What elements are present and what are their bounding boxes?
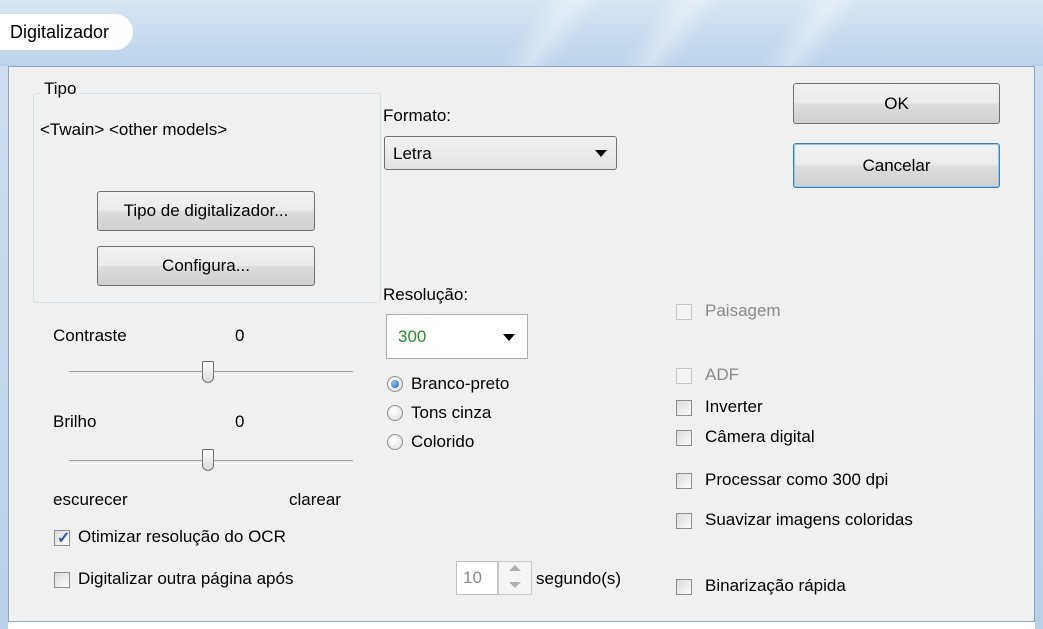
radio-grayscale-label: Tons cinza — [411, 403, 492, 422]
brightness-slider-thumb[interactable] — [202, 449, 214, 471]
configure-button[interactable]: Configura... — [97, 246, 315, 286]
format-value: Letra — [393, 144, 432, 163]
spin-up-icon[interactable] — [509, 565, 521, 571]
landscape-checkbox[interactable] — [676, 304, 692, 320]
resolution-value: 300 — [398, 327, 427, 346]
radio-color-label: Colorido — [411, 432, 475, 451]
optimize-ocr-checkbox[interactable]: ✓ — [54, 530, 71, 547]
title-bar-glare — [496, 0, 604, 66]
resolution-label: Resolução: — [383, 285, 469, 304]
brightness-max-label: clarear — [289, 490, 341, 509]
title-bar-glare — [756, 0, 864, 66]
delay-spinner-buttons[interactable] — [498, 561, 532, 595]
optimize-ocr-label: Otimizar resolução do OCR — [78, 527, 286, 546]
chevron-down-icon — [595, 150, 607, 157]
process-300dpi-checkbox[interactable] — [676, 473, 692, 489]
invert-label: Inverter — [705, 397, 763, 416]
digital-camera-label: Câmera digital — [705, 427, 815, 446]
resolution-dropdown[interactable]: 300 — [386, 314, 528, 359]
digital-camera-checkbox[interactable] — [676, 430, 692, 446]
radio-black-white[interactable] — [387, 376, 403, 392]
window-title: Digitalizador — [0, 14, 134, 50]
radio-grayscale[interactable] — [387, 405, 403, 421]
smooth-color-checkbox[interactable] — [676, 513, 692, 529]
invert-checkbox[interactable] — [676, 400, 692, 416]
contrast-value: 0 — [235, 326, 245, 345]
ok-button[interactable]: OK — [793, 83, 1000, 124]
radio-selected-dot — [391, 380, 399, 388]
radio-color[interactable] — [387, 434, 403, 450]
brightness-label: Brilho — [53, 412, 97, 431]
contrast-slider-thumb[interactable] — [202, 361, 214, 383]
scanner-name-label: <Twain> <other models> — [40, 120, 228, 139]
type-group-legend: Tipo — [40, 79, 81, 99]
landscape-label: Paisagem — [705, 301, 781, 320]
format-label: Formato: — [383, 106, 452, 125]
checkmark-icon: ✓ — [57, 530, 71, 547]
delay-unit-label: segundo(s) — [536, 569, 622, 588]
adf-checkbox[interactable] — [676, 368, 692, 384]
contrast-label: Contraste — [53, 326, 127, 345]
radio-black-white-label: Branco-preto — [411, 374, 510, 393]
spin-down-icon[interactable] — [509, 582, 521, 588]
scan-another-label: Digitalizar outra página após — [78, 569, 294, 588]
scan-another-checkbox[interactable] — [54, 572, 70, 588]
fast-binarize-checkbox[interactable] — [676, 579, 692, 595]
smooth-color-label: Suavizar imagens coloridas — [705, 510, 913, 529]
chevron-down-icon — [503, 334, 515, 341]
delay-seconds-input[interactable]: 10 — [456, 561, 498, 595]
format-dropdown[interactable]: Letra — [384, 136, 617, 170]
brightness-value: 0 — [235, 412, 245, 431]
fast-binarize-label: Binarização rápida — [705, 576, 846, 595]
brightness-min-label: escurecer — [53, 490, 128, 509]
window-right-border — [1035, 66, 1043, 629]
title-bar[interactable] — [0, 0, 1043, 66]
scanner-type-button[interactable]: Tipo de digitalizador... — [97, 191, 315, 231]
title-bar-glare — [616, 0, 724, 66]
process-300dpi-label: Processar como 300 dpi — [705, 470, 889, 489]
cancel-button[interactable]: Cancelar — [793, 143, 1000, 188]
adf-label: ADF — [705, 365, 739, 384]
window-left-border — [0, 66, 8, 629]
